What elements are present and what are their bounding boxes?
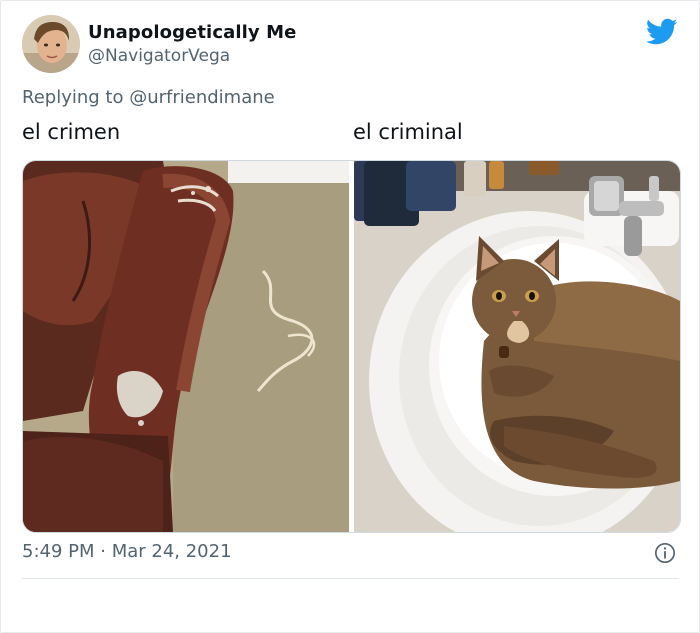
info-icon[interactable]: [654, 542, 676, 564]
caption-right: el criminal: [353, 120, 463, 144]
divider: [22, 578, 679, 579]
replying-to-prefix: Replying to: [22, 87, 130, 108]
tweet-timestamp[interactable]: 5:49 PM · Mar 24, 2021: [22, 541, 232, 562]
avatar-image: [22, 15, 80, 73]
caption-left: el crimen: [22, 120, 121, 144]
photo-armchair[interactable]: [23, 161, 349, 532]
photo-cat-in-sink[interactable]: [354, 161, 680, 532]
replying-to: Replying to @urfriendimane: [22, 87, 275, 108]
media-grid: [22, 160, 681, 533]
reply-mention-link[interactable]: @urfriendimane: [129, 87, 275, 108]
twitter-bird-icon[interactable]: [646, 18, 678, 46]
author-display-name[interactable]: Unapologetically Me: [88, 22, 296, 43]
author-handle[interactable]: @NavigatorVega: [88, 46, 230, 66]
avatar[interactable]: [22, 15, 80, 73]
